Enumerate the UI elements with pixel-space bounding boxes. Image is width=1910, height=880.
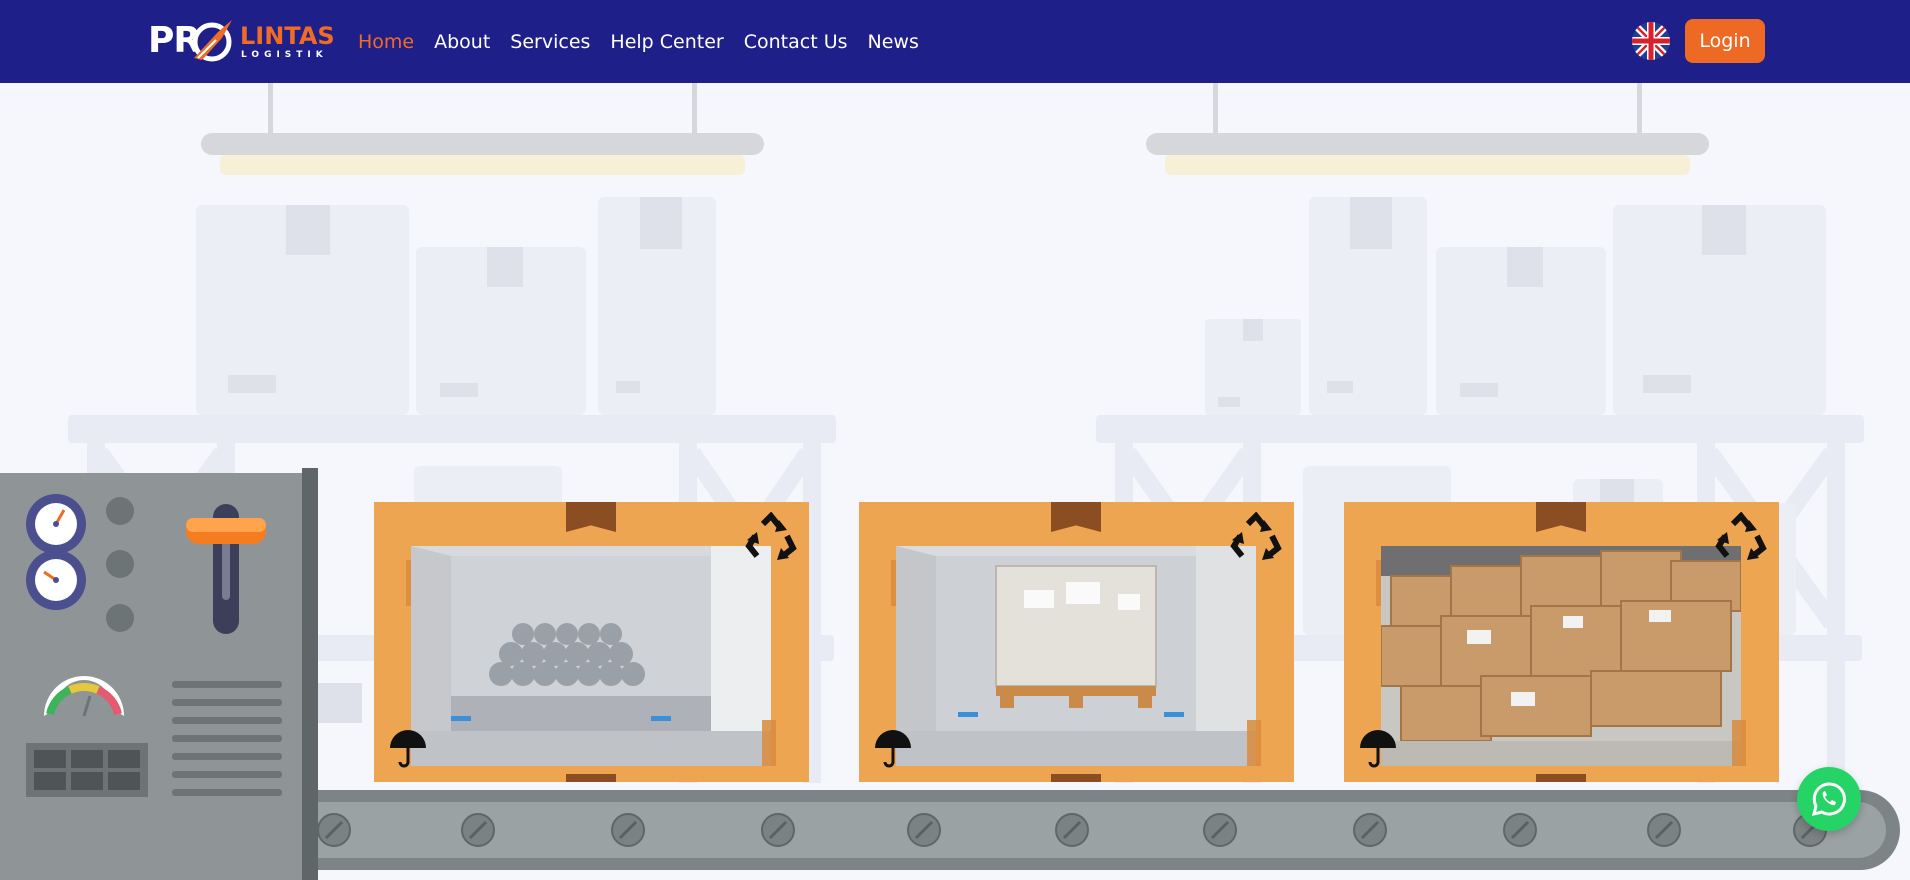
top-navbar: PR LINTAS LOGISTIK Home About Services H…	[0, 0, 1910, 83]
nav-item-contact-us[interactable]: Contact Us	[744, 31, 848, 53]
nav-item-home[interactable]: Home	[358, 31, 414, 53]
box-strap	[1732, 720, 1746, 766]
box-tape-top	[566, 502, 616, 532]
uk-flag-icon[interactable]	[1632, 22, 1670, 60]
umbrella-icon	[1360, 730, 1396, 768]
main-nav: Home About Services Help Center Contact …	[358, 0, 919, 83]
ceiling-lamp-right	[1146, 83, 1709, 175]
box-tape-top	[1051, 502, 1101, 532]
umbrella-icon	[390, 730, 426, 768]
box-tape-bottom	[1536, 774, 1586, 782]
logo-mark-icon	[192, 20, 232, 62]
cargo-card-1[interactable]	[374, 502, 809, 782]
nav-item-help-center[interactable]: Help Center	[610, 31, 723, 53]
logo-text-accent: LINTAS	[240, 22, 335, 50]
box-strap	[762, 720, 776, 766]
hero-warehouse-scene	[0, 83, 1910, 880]
login-button[interactable]: Login	[1685, 19, 1765, 63]
nav-item-services[interactable]: Services	[510, 31, 590, 53]
whatsapp-glyph-icon	[1811, 782, 1846, 817]
control-machine	[0, 468, 318, 880]
cargo-card-3[interactable]	[1344, 502, 1779, 782]
cargo-photo-truck-pallet	[896, 546, 1256, 766]
recycle-icon	[745, 512, 797, 560]
nav-item-news[interactable]: News	[868, 31, 919, 53]
recycle-icon	[1715, 512, 1767, 560]
ceiling-lamp-left	[201, 83, 764, 175]
box-tape-bottom	[1051, 774, 1101, 782]
umbrella-icon	[875, 730, 911, 768]
cargo-card-2[interactable]	[859, 502, 1294, 782]
whatsapp-icon[interactable]	[1797, 767, 1861, 831]
box-tape-bottom	[566, 774, 616, 782]
conveyor-belt	[290, 790, 1900, 870]
cargo-photo-truck-rolls	[411, 546, 771, 766]
brand-logo[interactable]: PR LINTAS LOGISTIK	[148, 16, 335, 64]
box-strap	[1247, 720, 1261, 766]
cargo-photo-boxes	[1381, 546, 1741, 766]
recycle-icon	[1230, 512, 1282, 560]
nav-item-about[interactable]: About	[434, 31, 490, 53]
box-tape-top	[1536, 502, 1586, 532]
logo-subtitle: LOGISTIK	[241, 50, 328, 60]
